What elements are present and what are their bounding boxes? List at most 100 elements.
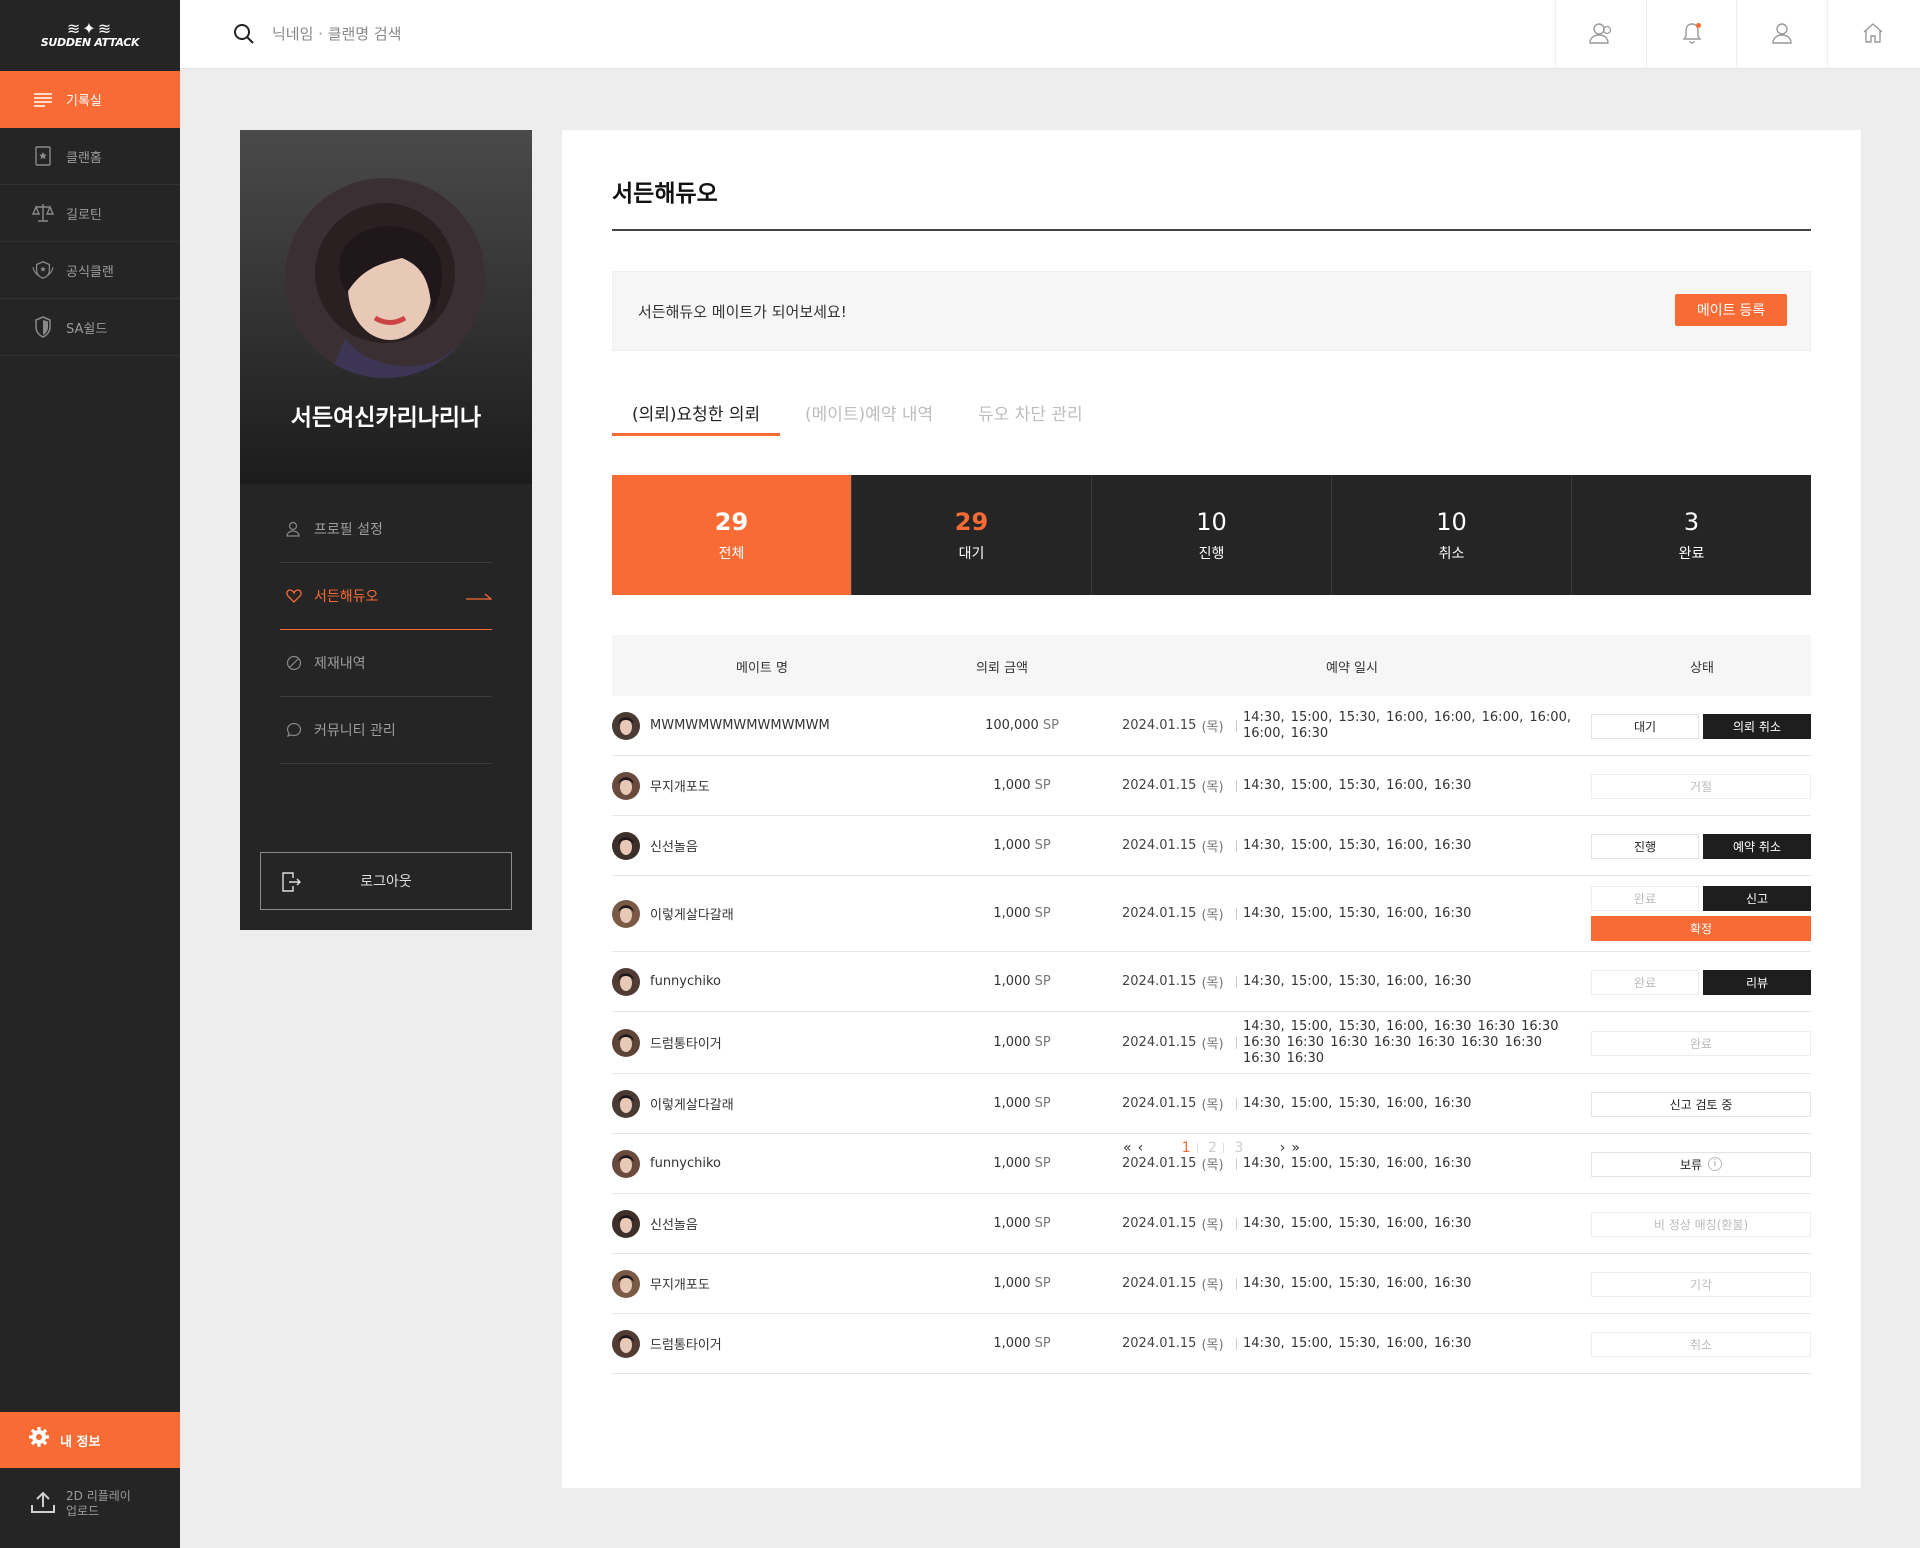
date-cell: 2024.01.15 (목) (1122, 1194, 1249, 1253)
stat-count: 29 (714, 508, 749, 536)
avatar (612, 1028, 640, 1057)
first-page-button[interactable]: « (1123, 1140, 1132, 1156)
mate-name-cell[interactable]: 무지개포도 (612, 1254, 710, 1313)
nav-item-official-clan[interactable]: 공식클랜 (0, 242, 180, 299)
amount-cell: 100,000 SP (932, 696, 1112, 755)
status-badge: 신고 검토 중 (1591, 1091, 1811, 1117)
mate-name: 신선놀음 (650, 1218, 698, 1233)
times-cell: 14:30, 15:00, 15:30, 16:00, 16:30 16:30 … (1243, 1012, 1573, 1073)
avatar (612, 967, 640, 996)
stat-all[interactable]: 29 전체 (612, 475, 851, 595)
avatar (612, 711, 640, 740)
status-badge: 대기 (1591, 713, 1699, 739)
avatar (612, 1269, 640, 1298)
prev-page-button[interactable]: ‹ (1138, 1140, 1144, 1156)
last-page-button[interactable]: » (1291, 1140, 1300, 1156)
page-button[interactable]: 1 (1182, 1140, 1191, 1156)
date-divider (1235, 1217, 1237, 1230)
search-icon[interactable] (232, 22, 256, 50)
reservation-weekday: (목) (1201, 1037, 1224, 1052)
mate-name-cell[interactable]: 이렇게살다갈래 (612, 876, 734, 951)
stat-in-progress[interactable]: 10 진행 (1091, 475, 1331, 595)
page-button[interactable]: 3 (1234, 1140, 1243, 1156)
times-cell: 14:30, 15:00, 15:30, 16:00, 16:30 (1243, 756, 1573, 815)
home-button[interactable] (1827, 0, 1917, 69)
mate-name-cell[interactable]: 신선놀음 (612, 816, 698, 875)
stat-count: 29 (954, 508, 989, 536)
action-button[interactable]: 리뷰 (1703, 969, 1811, 995)
table-row: 신선놀음 1,000 SP 2024.01.15 (목) 14:30, 15:00,… (612, 1194, 1811, 1254)
nav-item-clan-home[interactable]: 클랜홈 (0, 128, 180, 185)
tab-reservations[interactable]: (메이트)예약 내역 (785, 400, 953, 436)
home-icon (1862, 22, 1884, 48)
profile-menu-settings[interactable]: 프로필 설정 (280, 496, 492, 563)
table-row: funnychiko 1,000 SP 2024.01.15 (목) 14:30, … (612, 952, 1811, 1012)
date-cell: 2024.01.15 (목) (1122, 696, 1249, 755)
mate-name-cell[interactable]: 무지개포도 (612, 756, 710, 815)
date-cell: 2024.01.15 (목) (1122, 952, 1249, 1011)
profile-menu-sudden-duo[interactable]: 서든해듀오 (280, 563, 493, 630)
tab-requested[interactable]: (의뢰)요청한 의뢰 (612, 400, 781, 436)
table-row: 이렇게살다갈래 1,000 SP 2024.01.15 (목) 14:30, 15:… (612, 876, 1811, 952)
mate-name-cell[interactable]: 이렇게살다갈래 (612, 1074, 734, 1133)
reservation-times: 14:30, 15:00, 15:30, 16:00, 16:30 (1243, 1275, 1472, 1291)
page-button[interactable]: 2 (1208, 1140, 1217, 1156)
arrow-right-icon (466, 589, 493, 605)
sudden-attack-logo[interactable]: ≋✦≋ SUDDEN ATTACK (0, 0, 180, 70)
next-page-button[interactable]: › (1280, 1140, 1286, 1156)
mate-name: 무지개포도 (650, 1278, 710, 1293)
reservation-times: 14:30, 15:00, 15:30, 16:00, 16:30 16:30 … (1243, 1018, 1559, 1066)
nav-item-guillotine[interactable]: 길로틴 (0, 185, 180, 242)
replay-upload-button[interactable]: 2D 리플레이 업로드 (0, 1476, 180, 1532)
mate-name-cell[interactable]: MWMWMWMWMWMWMWM (612, 696, 830, 755)
table-row: 무지개포도 1,000 SP 2024.01.15 (목) 14:30, 15:00… (612, 1254, 1811, 1314)
reservation-times: 14:30, 15:00, 15:30, 16:00, 16:30 (1243, 1335, 1472, 1351)
friends-button[interactable] (1555, 0, 1645, 69)
profile-panel: 서든여신카리나리나 프로필 설정 서든해듀오 제재내역 커뮤니티 관리 로그아웃 (240, 130, 532, 930)
reservation-date: 2024.01.15 (1122, 718, 1197, 733)
nav-label: 클랜홈 (66, 150, 102, 166)
mate-name-cell[interactable]: 드럼통타이거 (612, 1314, 722, 1373)
profile-button[interactable] (1736, 0, 1826, 69)
mate-register-button[interactable]: 메이트 등록 (1675, 294, 1787, 326)
profile-menu-community[interactable]: 커뮤니티 관리 (280, 697, 492, 764)
action-button[interactable]: 의뢰 취소 (1703, 713, 1811, 739)
search-input[interactable] (272, 20, 672, 48)
my-info-button[interactable]: 내 정보 (0, 1412, 180, 1468)
nav-label: SA쉴드 (66, 321, 108, 337)
notification-button[interactable] (1646, 0, 1736, 69)
stat-cancelled[interactable]: 10 취소 (1331, 475, 1571, 595)
amount-unit: SP (1034, 1336, 1051, 1351)
my-info-label: 내 정보 (60, 1434, 101, 1450)
nav-label: 길로틴 (66, 207, 102, 223)
nav-item-records[interactable]: 기록실 (0, 71, 180, 128)
column-header: 상태 (1690, 661, 1714, 676)
stat-label: 대기 (958, 546, 985, 562)
info-icon[interactable]: i (1708, 1157, 1723, 1171)
confirm-button[interactable]: 확정 (1591, 916, 1811, 941)
report-button[interactable]: 신고 (1703, 886, 1811, 911)
amount-unit: SP (1034, 778, 1051, 793)
status-label: 취소 (1689, 1337, 1713, 1352)
tab-duo-block[interactable]: 듀오 차단 관리 (958, 400, 1103, 436)
action-button[interactable]: 예약 취소 (1703, 833, 1811, 859)
reservation-weekday: (목) (1201, 780, 1224, 795)
mate-name-cell[interactable]: 신선놀음 (612, 1194, 698, 1253)
stat-waiting[interactable]: 29 대기 (851, 475, 1091, 595)
profile-menu-sanctions[interactable]: 제재내역 (280, 630, 492, 697)
mate-name-cell[interactable]: 드럼통타이거 (612, 1012, 722, 1073)
table-row: MWMWMWMWMWMWMWM 100,000 SP 2024.01.15 (목) … (612, 696, 1811, 756)
shield-icon (32, 316, 54, 338)
logout-button[interactable]: 로그아웃 (260, 852, 512, 910)
left-navigation: ≋✦≋ SUDDEN ATTACK 기록실 클랜홈 길로틴 공식클랜 SA쉴드 (0, 0, 180, 1548)
table-row: 드럼통타이거 1,000 SP 2024.01.15 (목) 14:30, 15:0… (612, 1012, 1811, 1074)
date-divider (1235, 1036, 1237, 1049)
stat-completed[interactable]: 3 완료 (1571, 475, 1811, 595)
avatar[interactable] (285, 178, 485, 378)
nav-label: 공식클랜 (66, 264, 114, 280)
avatar (612, 831, 640, 860)
table-header: 메이트 명 의뢰 금액 예약 일시 상태 (612, 635, 1811, 696)
amount-cell: 1,000 SP (932, 1012, 1112, 1073)
nav-item-sa-shield[interactable]: SA쉴드 (0, 299, 180, 356)
mate-name-cell[interactable]: funnychiko (612, 952, 721, 1011)
